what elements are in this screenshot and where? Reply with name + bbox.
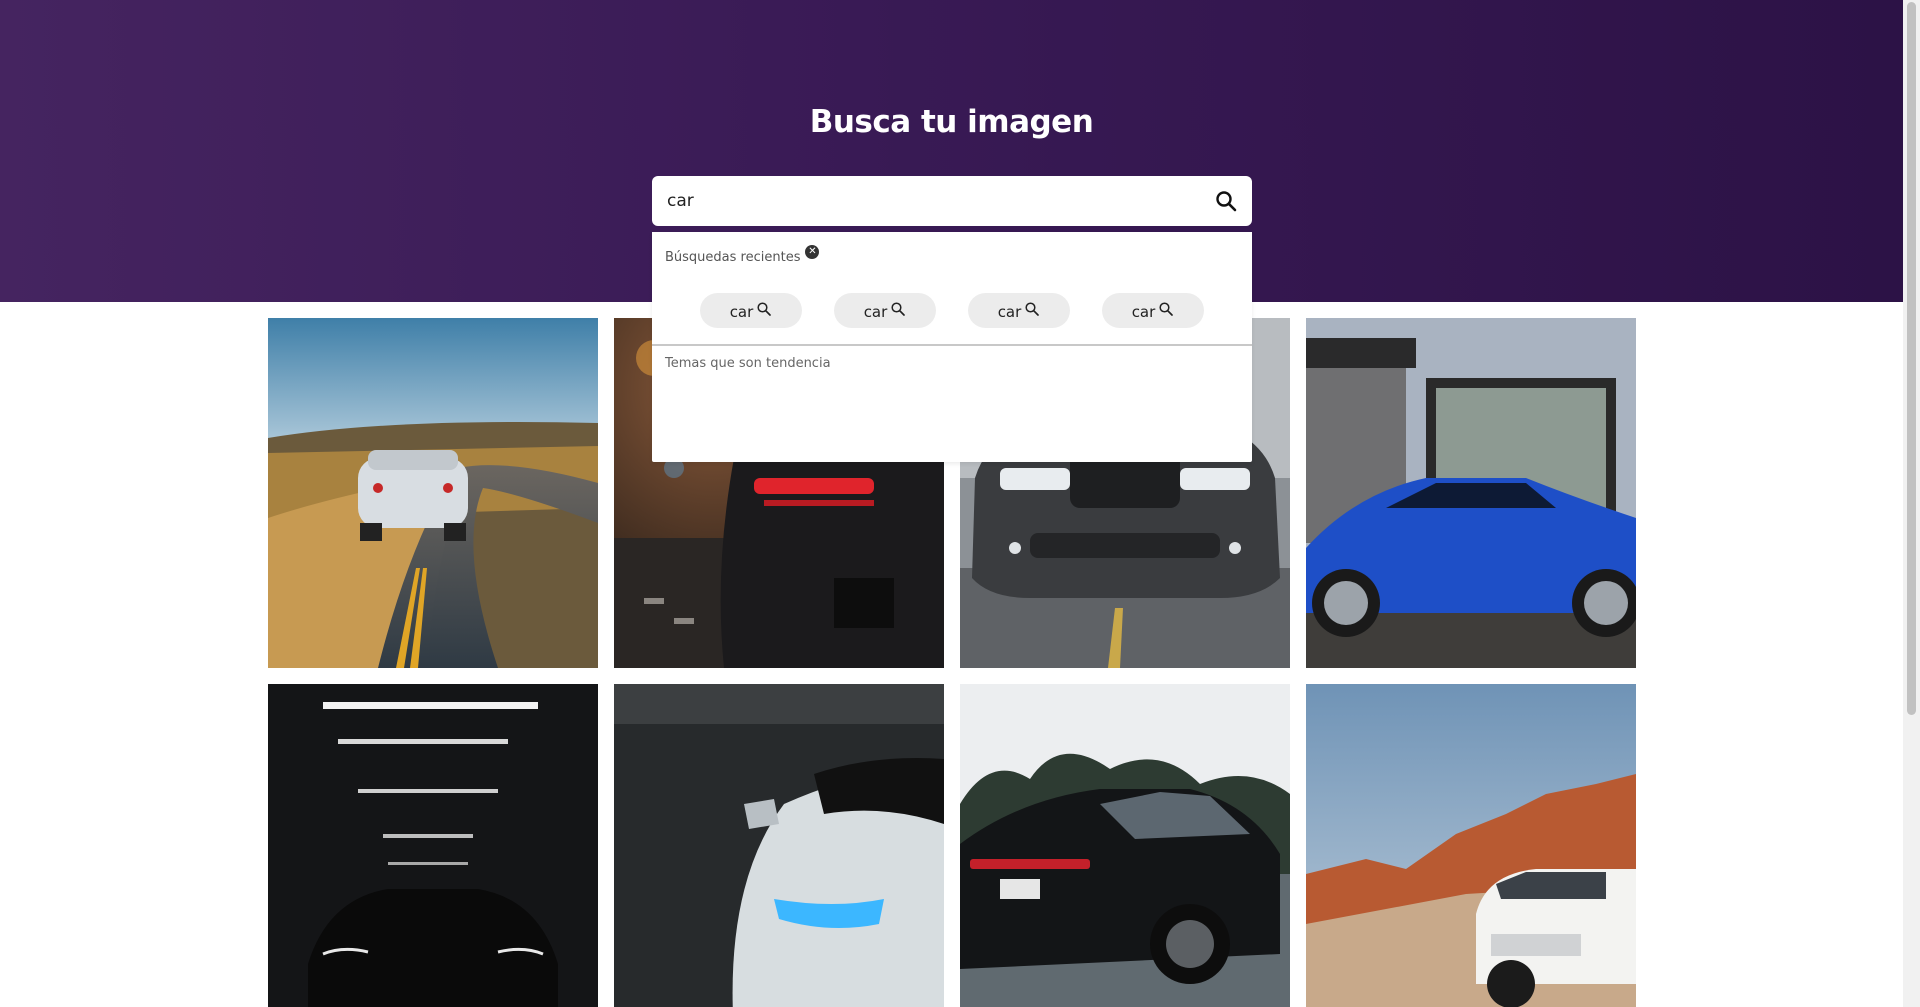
chip-label: car xyxy=(729,303,754,321)
chip-label: car xyxy=(997,303,1022,321)
car-photo xyxy=(268,318,598,668)
close-circle-icon[interactable]: ✕ xyxy=(805,245,820,259)
search-suggestions-dropdown: Búsquedas recientes ✕ car car car car Te… xyxy=(652,232,1252,462)
search-button[interactable] xyxy=(1214,189,1238,213)
car-photo xyxy=(1306,684,1636,1007)
chip-label: car xyxy=(1131,303,1156,321)
gallery-image[interactable] xyxy=(614,684,944,1007)
gallery-image[interactable] xyxy=(1306,684,1636,1007)
recent-search-chip[interactable]: car xyxy=(968,293,1070,328)
dropdown-divider xyxy=(652,344,1252,346)
gallery-image[interactable] xyxy=(1306,318,1636,668)
recent-search-chip[interactable]: car xyxy=(700,293,802,328)
search-input[interactable] xyxy=(667,177,1207,225)
car-photo xyxy=(268,684,598,1007)
search-bar xyxy=(652,176,1252,226)
recent-searches-header: Búsquedas recientes ✕ xyxy=(665,245,820,267)
search-icon xyxy=(1216,191,1237,212)
recent-searches-title: Búsquedas recientes xyxy=(665,250,801,265)
page: Busca tu imagen car Búsquedas recientes … xyxy=(0,0,1920,1007)
scrollbar-thumb[interactable] xyxy=(1907,2,1916,715)
search-icon xyxy=(891,301,906,316)
gallery-image[interactable] xyxy=(268,684,598,1007)
recent-search-chip[interactable]: car xyxy=(834,293,936,328)
search-icon xyxy=(1159,301,1174,316)
chip-label: car xyxy=(863,303,888,321)
recent-search-chip[interactable]: car xyxy=(1102,293,1204,328)
gallery-image[interactable] xyxy=(268,318,598,668)
trending-topics-title: Temas que son tendencia xyxy=(665,356,831,371)
search-icon xyxy=(1025,301,1040,316)
page-scrollbar[interactable] xyxy=(1903,0,1920,1007)
recent-searches-list: car car car car xyxy=(700,293,1204,329)
page-title: Busca tu imagen xyxy=(809,104,1094,140)
car-photo xyxy=(1306,318,1636,668)
gallery-image[interactable] xyxy=(960,684,1290,1007)
search-icon xyxy=(757,301,772,316)
car-photo xyxy=(960,684,1290,1007)
car-photo xyxy=(614,684,944,1007)
